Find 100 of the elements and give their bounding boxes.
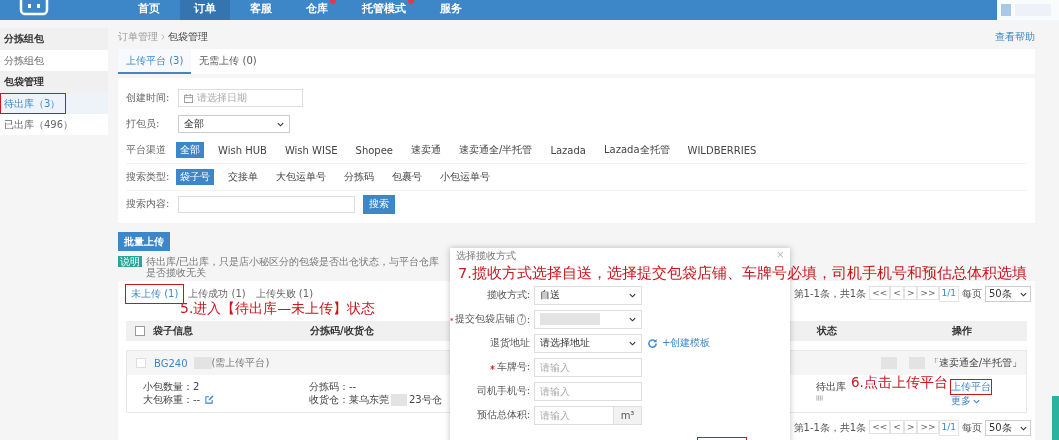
unit-addon: m³ [614, 405, 642, 425]
filter-option[interactable]: 包裹号 [388, 169, 426, 185]
nav-tab[interactable]: 订单 [180, 0, 230, 20]
filter-option[interactable]: 大包运单号 [272, 169, 330, 185]
bag-id-link[interactable]: BG240 [154, 357, 188, 369]
filter-option[interactable]: 分拣码 [340, 169, 378, 185]
chevron-right-icon [161, 34, 165, 40]
column-header: 分拣码/收货仓 [310, 325, 374, 336]
caret-icon [1020, 425, 1027, 431]
edit-icon[interactable] [205, 395, 215, 404]
warehouse-name: 收货仓：莱乌东莞 [309, 393, 389, 406]
field-label: 揽收方式: [486, 288, 530, 302]
sort-code: 分拣码：-- [309, 380, 357, 393]
input-field[interactable]: 请输入 [534, 357, 642, 377]
nav-tab[interactable]: 仓库 [292, 0, 342, 20]
batch-upload-button[interactable]: 批量上传 [118, 232, 170, 251]
filter-option[interactable]: 小包运单号 [436, 169, 494, 185]
redacted-block [540, 313, 600, 325]
upload-platform-link[interactable]: 上传平台 [951, 380, 991, 394]
pager-button[interactable]: < [890, 286, 904, 300]
refresh-icon[interactable] [647, 337, 658, 349]
field-label: 提交包袋店铺 [455, 312, 516, 326]
filter-option[interactable]: 交接单 [224, 169, 262, 185]
filter-option[interactable]: Lazada [546, 143, 590, 157]
pager-button[interactable]: < [890, 420, 904, 434]
create-template-link[interactable]: +创建模板 [662, 336, 711, 350]
breadcrumb-current: 包袋管理 [168, 30, 208, 44]
sidebar-heading: 分拣组包 [0, 28, 108, 50]
warehouse-suffix: 23号仓 [409, 393, 442, 406]
input-field[interactable]: 请输入 [534, 405, 614, 425]
sidebar-item[interactable]: 已出库（496） [0, 114, 108, 135]
help-link[interactable]: 查看帮助 [995, 30, 1035, 44]
note-text: 待出库/已出库，只是店小秘区分的包袋是否出仓状态，与平台仓库是否揽收无关 [146, 256, 441, 278]
annotation-text: 6.点击上传平台 [851, 374, 948, 391]
filter-option[interactable]: Lazada全托管 [599, 142, 674, 158]
column-header: 状态 [817, 325, 837, 336]
caret-icon [973, 398, 980, 404]
checkbox[interactable] [135, 326, 145, 336]
per-page-label: 每页 [962, 287, 982, 301]
bag-weight: 大包称重：-- [143, 393, 201, 406]
filter-option[interactable]: 全部 [176, 142, 204, 158]
page-indicator: 1/1 [938, 286, 959, 302]
filter-option[interactable]: Shopee [351, 143, 398, 157]
per-page-select[interactable]: 50条 [985, 420, 1031, 436]
nav-tab[interactable]: 客服 [236, 0, 286, 20]
status-text: 待出库 [816, 380, 846, 393]
column-header: 操作 [952, 325, 972, 336]
input-field[interactable]: 请输入 [534, 381, 642, 401]
filter-option[interactable]: 速卖通全/半托管 [455, 142, 537, 158]
field-label: 司机手机号: [476, 384, 530, 398]
page-indicator: 1/1 [938, 420, 959, 436]
tab[interactable]: 上传平台 (3) [118, 49, 192, 74]
select-field[interactable] [534, 309, 642, 329]
user-area[interactable] [997, 0, 1059, 20]
per-page-select[interactable]: 50条 [985, 286, 1031, 302]
packer-select[interactable]: 全部 [178, 115, 290, 133]
nav-tab[interactable]: 托管模式 [348, 0, 420, 20]
field-label: 平台渠道 [126, 143, 167, 157]
filter-option[interactable]: WILDBERRIES [683, 143, 761, 157]
label-colon: : [526, 313, 530, 325]
small-package-count: 小包数量：2 [143, 380, 200, 393]
help-icon[interactable]: ? [517, 313, 526, 325]
pager-button[interactable]: >> [917, 286, 939, 300]
bag-tag: (需上传平台) [211, 356, 270, 370]
nav-tab[interactable]: 服务 [426, 0, 476, 20]
redacted-block [391, 393, 407, 406]
platform-label: 「速卖通全/半托管」 [928, 356, 1022, 370]
column-header: 袋子信息 [153, 325, 193, 336]
nav-tab[interactable]: 首页 [124, 0, 174, 20]
tab[interactable]: 无需上传 (0) [191, 49, 265, 74]
required-asterisk-icon [450, 316, 454, 322]
field-label: 预估总体积: [476, 408, 530, 422]
pager-range: 第1-1条，共1条 [793, 421, 867, 435]
caret-icon [277, 121, 284, 127]
select-field[interactable]: 自送 [534, 285, 642, 305]
status-tab[interactable]: 未上传 (1) [126, 285, 184, 303]
sidebar-item[interactable]: 分拣组包 [0, 50, 108, 71]
field-label: 创建时间: [126, 91, 171, 105]
sidebar-heading: 包袋管理 [0, 71, 108, 93]
modal-title: 选择揽收方式 [456, 250, 516, 262]
caret-icon [629, 340, 636, 346]
filter-option[interactable]: 速卖通 [407, 142, 446, 158]
more-dropdown[interactable]: 更多 [951, 394, 980, 408]
filter-option[interactable]: Wish HUB [214, 143, 271, 157]
filter-option[interactable]: 袋子号 [176, 169, 214, 185]
note-badge: 说明 [118, 256, 142, 267]
caret-icon [629, 316, 636, 322]
pager-button[interactable]: << [869, 420, 891, 434]
search-field[interactable] [178, 195, 355, 213]
select-field[interactable]: 请选择地址 [534, 333, 642, 353]
filter-option[interactable]: Wish WISE [280, 143, 342, 157]
required-asterisk-icon [489, 364, 495, 370]
field-label: 搜索内容: [126, 197, 171, 211]
floating-side-tab[interactable] [1052, 396, 1059, 440]
search-button[interactable]: 搜索 [363, 194, 395, 214]
pager-button[interactable]: >> [917, 420, 939, 434]
field-label: 打包员: [126, 117, 161, 131]
field-label: 车牌号: [496, 360, 530, 374]
pager-button[interactable]: << [869, 286, 891, 300]
pager-range: 第1-1条，共1条 [793, 287, 867, 301]
